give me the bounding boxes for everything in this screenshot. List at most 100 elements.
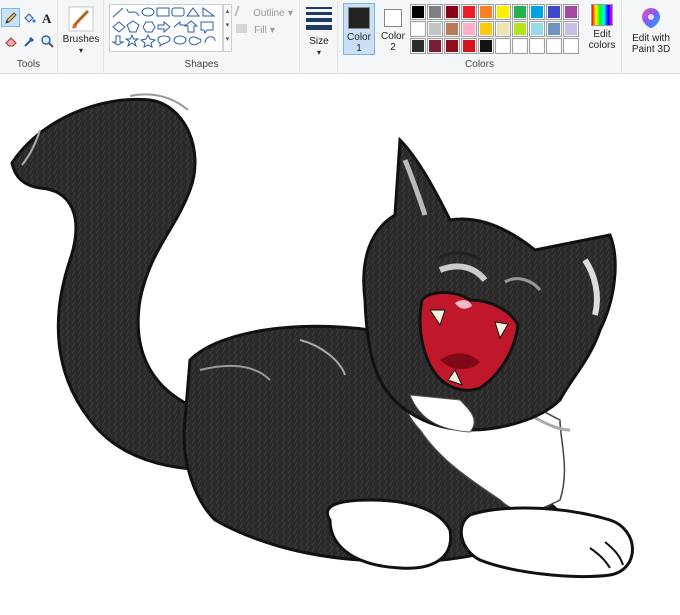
brushes-button[interactable]: Brushes ▾ — [62, 6, 100, 56]
palette-swatch[interactable] — [563, 38, 579, 54]
paint3d-line2: Paint 3D — [631, 44, 671, 55]
palette-swatch-fill — [497, 40, 509, 52]
palette-swatch-fill — [446, 40, 458, 52]
colors-group-label: Colors — [465, 59, 494, 70]
palette-swatch-fill — [565, 23, 577, 35]
palette-swatch[interactable] — [410, 4, 426, 20]
palette-swatch-fill — [480, 23, 492, 35]
palette-swatch[interactable] — [444, 21, 460, 37]
edit-colors-line1: Edit — [593, 29, 611, 40]
palette-swatch-fill — [412, 40, 424, 52]
palette-swatch-fill — [412, 6, 424, 18]
fill-icon — [236, 24, 247, 33]
palette-swatch[interactable] — [529, 4, 545, 20]
color2-label-line1: Color — [381, 31, 405, 42]
outline-button[interactable]: Outline ▾ — [234, 6, 293, 19]
fill-tool[interactable] — [19, 8, 38, 27]
palette-swatch-fill — [463, 23, 475, 35]
palette-swatch[interactable] — [478, 21, 494, 37]
eraser-icon — [4, 36, 17, 46]
palette-swatch[interactable] — [512, 4, 528, 20]
ribbon: A Tools Brushes ▾ ▴ ▾ ▾ Outline ▾ Fill ▾… — [0, 0, 680, 74]
eyedropper-icon — [23, 36, 34, 47]
palette-swatch-fill — [497, 23, 509, 35]
shapes-gallery — [109, 4, 223, 52]
palette-swatch[interactable] — [495, 4, 511, 20]
fill-button[interactable]: Fill ▾ — [236, 24, 275, 36]
palette-swatch-fill — [429, 23, 441, 35]
palette-swatch[interactable] — [427, 4, 443, 20]
palette-swatch[interactable] — [478, 4, 494, 20]
palette-swatch[interactable] — [512, 38, 528, 54]
eraser-tool[interactable] — [1, 31, 20, 50]
palette-swatch[interactable] — [546, 4, 562, 20]
edit-with-paint3d-button[interactable]: Edit with Paint 3D — [624, 6, 678, 55]
color-palette — [410, 4, 582, 56]
color2-swatch — [384, 9, 402, 27]
drawing-canvas[interactable] — [0, 78, 680, 615]
palette-swatch[interactable] — [512, 21, 528, 37]
chevron-down-icon: ▾ — [287, 8, 293, 19]
palette-swatch[interactable] — [410, 38, 426, 54]
paint3d-group: Edit with Paint 3D — [622, 0, 680, 74]
color1-label-line1: Color — [347, 32, 371, 43]
palette-swatch-fill — [548, 40, 560, 52]
shapes-group-label: Shapes — [184, 59, 219, 70]
cat-drawing-image — [10, 93, 634, 578]
tools-group: A Tools — [0, 0, 58, 74]
pencil-icon — [4, 11, 17, 24]
size-group: Size ▾ — [300, 0, 338, 74]
paint-bucket-icon — [23, 12, 36, 23]
pencil-tool[interactable] — [1, 8, 20, 27]
palette-swatch[interactable] — [546, 21, 562, 37]
color1-button[interactable]: Color 1 — [343, 3, 375, 55]
palette-swatch[interactable] — [427, 21, 443, 37]
palette-swatch[interactable] — [461, 4, 477, 20]
palette-swatch-fill — [463, 6, 475, 18]
magnifier-tool[interactable] — [37, 31, 56, 50]
edit-colors-button[interactable]: Edit colors — [584, 4, 620, 51]
chevron-down-icon: ▾ — [78, 46, 83, 55]
paint3d-icon — [642, 8, 660, 28]
colors-group: Color 1 Color 2 Edit colors Colors — [338, 0, 622, 74]
palette-swatch[interactable] — [546, 38, 562, 54]
palette-swatch[interactable] — [495, 38, 511, 54]
color-picker-tool[interactable] — [19, 31, 38, 50]
text-tool[interactable]: A — [37, 8, 56, 27]
palette-swatch[interactable] — [444, 38, 460, 54]
palette-swatch-fill — [446, 6, 458, 18]
line-width-icon — [306, 7, 332, 30]
chevron-down-icon: ▾ — [316, 48, 321, 57]
palette-swatch-fill — [429, 40, 441, 52]
rainbow-palette-icon — [591, 4, 613, 26]
shapes-gallery-icons — [111, 7, 216, 48]
palette-swatch-fill — [548, 23, 560, 35]
color1-swatch — [348, 7, 370, 29]
palette-swatch-fill — [412, 23, 424, 35]
palette-swatch[interactable] — [427, 38, 443, 54]
palette-swatch-fill — [531, 23, 543, 35]
outline-icon — [234, 6, 248, 16]
palette-swatch-fill — [480, 6, 492, 18]
palette-swatch[interactable] — [461, 21, 477, 37]
chevron-down-icon: ▾ — [269, 25, 275, 36]
palette-swatch[interactable] — [563, 21, 579, 37]
palette-swatch[interactable] — [563, 4, 579, 20]
tools-group-label: Tools — [16, 59, 41, 70]
palette-swatch[interactable] — [529, 38, 545, 54]
palette-swatch-fill — [531, 40, 543, 52]
size-button[interactable]: Size ▾ — [303, 5, 335, 58]
palette-swatch-fill — [497, 6, 509, 18]
palette-swatch[interactable] — [444, 4, 460, 20]
palette-swatch-fill — [429, 6, 441, 18]
palette-swatch[interactable] — [410, 21, 426, 37]
palette-swatch-fill — [565, 6, 577, 18]
palette-swatch[interactable] — [529, 21, 545, 37]
palette-swatch[interactable] — [478, 38, 494, 54]
shapes-scrollbar[interactable]: ▴ ▾ ▾ — [223, 4, 232, 52]
palette-swatch[interactable] — [495, 21, 511, 37]
shapes-group: ▴ ▾ ▾ Outline ▾ Fill ▾ Shapes — [104, 0, 300, 74]
text-a-icon: A — [42, 11, 52, 25]
palette-swatch[interactable] — [461, 38, 477, 54]
color2-button[interactable]: Color 2 — [377, 3, 409, 55]
